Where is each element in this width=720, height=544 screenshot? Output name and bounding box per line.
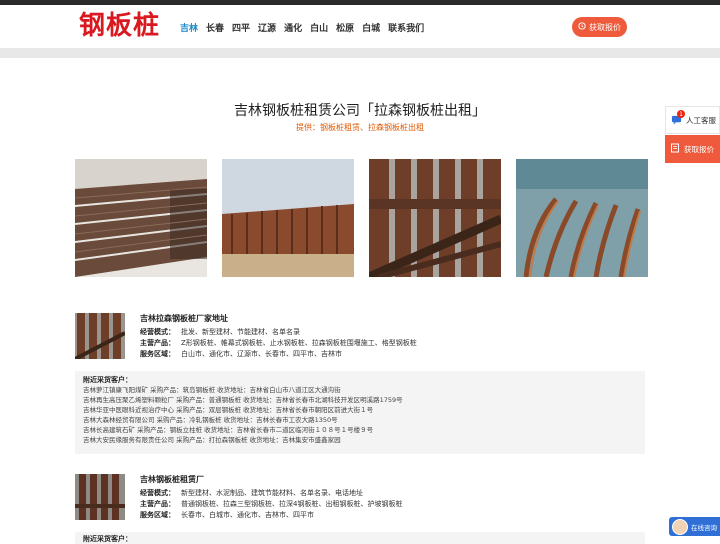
company-name[interactable]: 吉林拉森钢板桩厂家地址 — [140, 313, 228, 324]
side-quote-label: 获取报价 — [684, 144, 714, 154]
nav-item-tonghua[interactable]: 通化 — [284, 21, 302, 34]
nav-item-liaoyuan[interactable]: 辽源 — [258, 21, 276, 34]
buyer-item: 吉林华亚中医眼科近视治疗中心 采购产品：双层钢板桩 收货地址：吉林省长春市朝阳区… — [83, 406, 374, 414]
company-thumbnail[interactable] — [75, 313, 125, 359]
page-title: 吉林钢板桩租赁公司「拉森钢板桩出租」 — [234, 103, 486, 119]
buyer-list-title: 附近采货客户： — [83, 535, 132, 543]
quote-button-label: 获取报价 — [589, 22, 621, 32]
buyer-item: 吉林再生高压聚乙烯塑料颗粒厂 采购产品：普通钢板桩 收货地址：吉林省长春市北湖科… — [83, 396, 403, 404]
page-subtitle: 提供：钢板桩租赁、拉森钢板桩出租 — [296, 123, 424, 132]
sheet-pile-photo-wall[interactable] — [369, 159, 501, 277]
photo-gallery — [75, 159, 648, 277]
nav-item-jilin[interactable]: 吉林 — [180, 21, 198, 34]
nav-item-siping[interactable]: 四平 — [232, 21, 250, 34]
company-name[interactable]: 吉林钢板桩租赁厂 — [140, 474, 204, 485]
buyer-list: 附近采货客户： 吉林萝江镇康飞阳煤矿 采购产品：筑岛钢板桩 收货地址：吉林省白山… — [75, 371, 645, 454]
document-icon — [670, 143, 680, 155]
company-thumbnail[interactable] — [75, 474, 125, 520]
nav-item-baicheng[interactable]: 白城 — [362, 21, 380, 34]
buyer-item: 吉林大森林经贸有限公司 采购产品：冷轧钢板桩 收货地址：吉林长春市工农大路135… — [83, 416, 338, 424]
nav-item-baishan[interactable]: 白山 — [310, 21, 328, 34]
get-quote-button[interactable]: 获取报价 — [572, 17, 627, 37]
buyer-list: 附近采货客户： — [75, 532, 645, 544]
online-chat-button[interactable]: 在线咨询 — [669, 517, 720, 536]
site-header: 钢板桩 吉林 长春 四平 辽源 通化 白山 松原 白城 联系我们 获取报价 — [0, 5, 720, 48]
sheet-pile-photo-yard[interactable] — [222, 159, 354, 277]
buyer-item: 吉林萝江镇康飞阳煤矿 采购产品：筑岛钢板桩 收货地址：吉林省白山市八道江区大通沟… — [83, 386, 341, 394]
nav-item-changchun[interactable]: 长春 — [206, 21, 224, 34]
online-chat-label: 在线咨询 — [691, 523, 717, 532]
customer-service-label: 人工客服 — [686, 115, 716, 125]
agent-avatar — [672, 518, 688, 535]
site-logo[interactable]: 钢板桩 — [79, 11, 160, 41]
company-mode: 经营模式： 新型建材、水泥制品、建筑节能材料、名单名录、电话地址 — [140, 489, 363, 497]
customer-service-button[interactable]: 1 人工客服 — [665, 106, 720, 134]
header-divider — [0, 48, 720, 58]
quote-icon — [578, 22, 586, 32]
buyer-item: 吉林大安民缘服务有限责任公司 采购产品：打拉森钢板桩 收货地址：吉林集安市盛鑫家… — [83, 436, 341, 444]
company-products: 主营产品： Z形钢板桩、帷幕式钢板桩、止水钢板桩、拉森钢板桩围堰施工、格型钢板桩 — [140, 339, 417, 347]
company-products: 主营产品： 普通钢板桩、拉森三型钢板桩、拉深4钢板桩、出租钢板桩、护坡钢板桩 — [140, 500, 403, 508]
company-mode: 经营模式： 批发、新型建材、节能建材、名单名录 — [140, 328, 300, 336]
company-area: 服务区域： 长春市、白城市、通化市、吉林市、四平市 — [140, 511, 314, 519]
nav-item-contact[interactable]: 联系我们 — [388, 21, 424, 34]
main-nav: 吉林 长春 四平 辽源 通化 白山 松原 白城 联系我们 — [180, 21, 424, 34]
company-card: 吉林钢板桩租赁厂 经营模式： 新型建材、水泥制品、建筑节能材料、名单名录、电话地址… — [75, 474, 645, 524]
unread-badge: 1 — [677, 110, 685, 118]
sheet-pile-photo-stack[interactable] — [75, 159, 207, 277]
buyer-item: 吉林长高建筑石矿 采购产品：钢板立柱桩 收货地址：吉林省长春市二道区临河街１０８… — [83, 426, 374, 434]
nav-item-songyuan[interactable]: 松原 — [336, 21, 354, 34]
side-quote-button[interactable]: 获取报价 — [665, 135, 720, 163]
company-card: 吉林拉森钢板桩厂家地址 经营模式： 批发、新型建材、节能建材、名单名录 主营产品：… — [75, 313, 645, 363]
company-area: 服务区域： 白山市、通化市、辽源市、长春市、四平市、吉林市 — [140, 350, 342, 358]
buyer-list-title: 附近采货客户： — [83, 376, 132, 384]
sheet-pile-photo-warehouse[interactable] — [516, 159, 648, 277]
